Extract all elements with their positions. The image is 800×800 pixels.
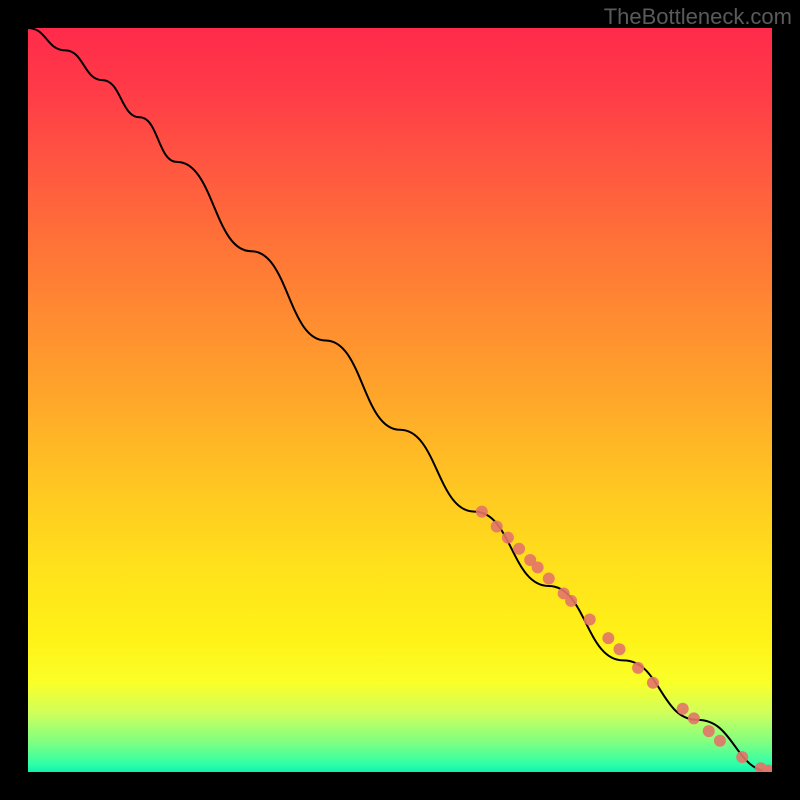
data-point: [677, 703, 689, 715]
data-point: [584, 613, 596, 625]
data-point: [543, 573, 555, 585]
data-point: [491, 520, 503, 532]
watermark-text: TheBottleneck.com: [604, 4, 792, 30]
data-point: [736, 751, 748, 763]
bottleneck-curve: [28, 28, 772, 772]
data-point: [714, 735, 726, 747]
data-point: [688, 712, 700, 724]
data-points-group: [476, 506, 772, 772]
data-point: [647, 677, 659, 689]
data-point: [532, 561, 544, 573]
chart-svg: [28, 28, 772, 772]
data-point: [703, 725, 715, 737]
data-point: [602, 632, 614, 644]
data-point: [513, 543, 525, 555]
data-point: [476, 506, 488, 518]
data-point: [632, 662, 644, 674]
data-point: [565, 595, 577, 607]
data-point: [502, 532, 514, 544]
chart-plot-area: [28, 28, 772, 772]
data-point: [613, 643, 625, 655]
